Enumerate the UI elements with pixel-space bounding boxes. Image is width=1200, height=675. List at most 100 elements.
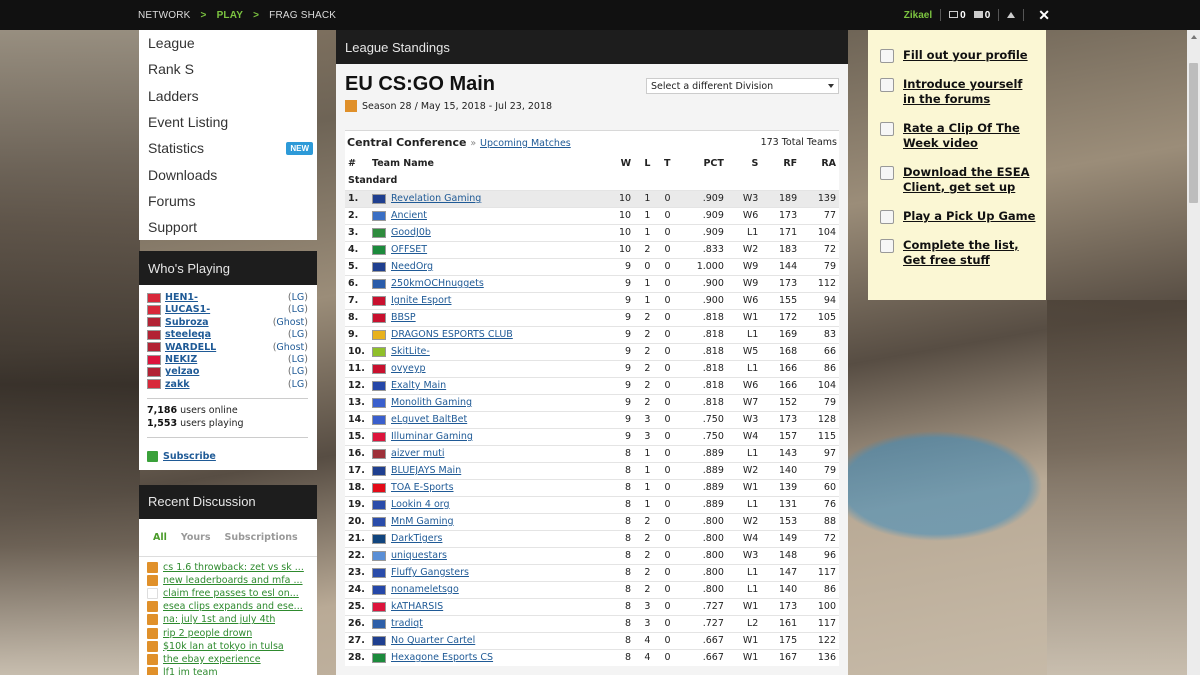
col-team-name[interactable]: Team Name bbox=[369, 154, 605, 172]
player-game[interactable]: (Ghost) bbox=[273, 342, 308, 353]
checkbox[interactable] bbox=[880, 78, 894, 92]
team-name-link[interactable]: Monolith Gaming bbox=[391, 397, 472, 408]
team-name-link[interactable]: 250kmOCHnuggets bbox=[391, 278, 484, 289]
team-name-link[interactable]: Ancient bbox=[391, 210, 427, 221]
checklist-item[interactable]: Complete the list, Get free stuff bbox=[880, 238, 1038, 268]
discussion-item[interactable]: na: july 1st and july 4th bbox=[147, 613, 313, 626]
nav-item-support[interactable]: Support bbox=[139, 214, 317, 240]
team-name-link[interactable]: DRAGONS ESPORTS CLUB bbox=[391, 329, 513, 340]
player-name-link[interactable]: NEKIZ bbox=[165, 354, 288, 365]
crumb-frag-shack[interactable]: FRAG SHACK bbox=[269, 10, 336, 21]
col-ties[interactable]: T bbox=[653, 154, 673, 172]
discussion-item[interactable]: claim free passes to esl on... bbox=[147, 587, 313, 600]
scroll-up-button[interactable] bbox=[1187, 30, 1200, 43]
streak-cell: W4 bbox=[726, 427, 762, 445]
player-game[interactable]: (LG) bbox=[288, 304, 308, 315]
chat-button[interactable]: 0 bbox=[973, 10, 990, 21]
player-name-link[interactable]: LUCAS1- bbox=[165, 304, 288, 315]
team-name-link[interactable]: TOA E-Sports bbox=[391, 482, 454, 493]
discussion-item[interactable]: $10k lan at tokyo in tulsa bbox=[147, 640, 313, 653]
col-rounds-for[interactable]: RF bbox=[761, 154, 800, 172]
nav-item-downloads[interactable]: Downloads bbox=[139, 161, 317, 187]
team-name-link[interactable]: nonameletsgo bbox=[391, 584, 459, 595]
player-game[interactable]: (LG) bbox=[288, 366, 308, 377]
team-name-link[interactable]: OFFSET bbox=[391, 244, 427, 255]
col-wins[interactable]: W bbox=[605, 154, 634, 172]
discussion-item[interactable]: esea clips expands and ese... bbox=[147, 600, 313, 613]
close-icon[interactable]: ✕ bbox=[1038, 7, 1050, 24]
discussion-item[interactable]: the ebay experience bbox=[147, 653, 313, 666]
player-game[interactable]: (LG) bbox=[288, 292, 308, 303]
checkbox[interactable] bbox=[880, 166, 894, 180]
crumb-network[interactable]: NETWORK bbox=[138, 10, 191, 21]
username-link[interactable]: Zikael bbox=[904, 10, 932, 21]
player-name-link[interactable]: Subroza bbox=[165, 317, 273, 328]
team-name-link[interactable]: kATHARSIS bbox=[391, 601, 443, 612]
nav-item-ladders[interactable]: Ladders bbox=[139, 83, 317, 109]
checkbox[interactable] bbox=[880, 239, 894, 253]
division-select[interactable]: Select a different Division bbox=[646, 78, 839, 94]
team-name-link[interactable]: ovyeyp bbox=[391, 363, 426, 374]
page-scrollbar[interactable] bbox=[1187, 30, 1200, 675]
team-name-link[interactable]: NeedOrg bbox=[391, 261, 433, 272]
upcoming-matches-link[interactable]: Upcoming Matches bbox=[480, 138, 571, 149]
checklist-item[interactable]: Play a Pick Up Game bbox=[880, 209, 1038, 224]
tab-subscriptions[interactable]: Subscriptions bbox=[225, 532, 298, 543]
team-name-link[interactable]: uniquestars bbox=[391, 550, 447, 561]
player-name-link[interactable]: HEN1- bbox=[165, 292, 288, 303]
tab-yours[interactable]: Yours bbox=[181, 532, 211, 543]
col-rounds-against[interactable]: RA bbox=[800, 154, 839, 172]
crumb-play[interactable]: PLAY bbox=[217, 10, 244, 21]
nav-item-rank-s[interactable]: Rank S bbox=[139, 56, 317, 82]
checkbox[interactable] bbox=[880, 49, 894, 63]
discussion-item[interactable]: cs 1.6 throwback: zet vs sk ... bbox=[147, 561, 313, 574]
player-name-link[interactable]: steeleqa bbox=[165, 329, 288, 340]
team-name-link[interactable]: Lookin 4 org bbox=[391, 499, 450, 510]
discussion-item[interactable]: lf1 im team bbox=[147, 666, 313, 675]
team-name-link[interactable]: Revelation Gaming bbox=[391, 193, 481, 204]
scrollbar-thumb[interactable] bbox=[1189, 63, 1198, 203]
subscribe-link[interactable]: Subscribe bbox=[147, 450, 308, 462]
team-name-link[interactable]: GoodJ0b bbox=[391, 227, 431, 238]
checklist-item[interactable]: Introduce yourself in the forums bbox=[880, 77, 1038, 107]
checkbox[interactable] bbox=[880, 210, 894, 224]
checkbox[interactable] bbox=[880, 122, 894, 136]
col-pct[interactable]: PCT bbox=[674, 154, 727, 172]
upload-button[interactable] bbox=[1007, 10, 1016, 21]
team-name-link[interactable]: BLUEJAYS Main bbox=[391, 465, 461, 476]
team-name-link[interactable]: Hexagone Esports CS bbox=[391, 652, 493, 663]
checklist-item[interactable]: Fill out your profile bbox=[880, 48, 1038, 63]
team-name-link[interactable]: No Quarter Cartel bbox=[391, 635, 475, 646]
team-name-link[interactable]: Fluffy Gangsters bbox=[391, 567, 469, 578]
discussion-item[interactable]: rip 2 people drown bbox=[147, 626, 313, 639]
nav-item-forums[interactable]: Forums bbox=[139, 188, 317, 214]
team-name-link[interactable]: aizver muti bbox=[391, 448, 444, 459]
team-name-link[interactable]: Exalty Main bbox=[391, 380, 446, 391]
checklist-item[interactable]: Rate a Clip Of The Week video bbox=[880, 121, 1038, 151]
player-game[interactable]: (Ghost) bbox=[273, 317, 308, 328]
team-name-link[interactable]: SkitLite- bbox=[391, 346, 430, 357]
player-game[interactable]: (LG) bbox=[288, 354, 308, 365]
team-name-link[interactable]: Illuminar Gaming bbox=[391, 431, 473, 442]
team-name-link[interactable]: tradiqt bbox=[391, 618, 423, 629]
team-name-link[interactable]: Ignite Esport bbox=[391, 295, 452, 306]
discussion-item[interactable]: new leaderboards and mfa ... bbox=[147, 574, 313, 587]
tab-all[interactable]: All bbox=[153, 532, 167, 543]
team-name-link[interactable]: eLguvet BaltBet bbox=[391, 414, 467, 425]
pct-cell: .800 bbox=[673, 563, 727, 581]
player-name-link[interactable]: yelzao bbox=[165, 366, 288, 377]
team-name-link[interactable]: DarkTigers bbox=[391, 533, 442, 544]
team-name-link[interactable]: MnM Gaming bbox=[391, 516, 454, 527]
mail-button[interactable]: 0 bbox=[949, 10, 966, 21]
player-name-link[interactable]: WARDELL bbox=[165, 342, 273, 353]
col-streak[interactable]: S bbox=[727, 154, 761, 172]
nav-item-statistics[interactable]: Statistics NEW bbox=[139, 135, 317, 161]
player-name-link[interactable]: zakk bbox=[165, 379, 288, 390]
player-game[interactable]: (LG) bbox=[288, 329, 308, 340]
team-name-link[interactable]: BBSP bbox=[391, 312, 416, 323]
checklist-item[interactable]: Download the ESEA Client, get set up bbox=[880, 165, 1038, 195]
col-losses[interactable]: L bbox=[634, 154, 653, 172]
nav-item-league[interactable]: League bbox=[139, 30, 317, 56]
player-game[interactable]: (LG) bbox=[288, 379, 308, 390]
nav-item-event-listing[interactable]: Event Listing bbox=[139, 109, 317, 135]
